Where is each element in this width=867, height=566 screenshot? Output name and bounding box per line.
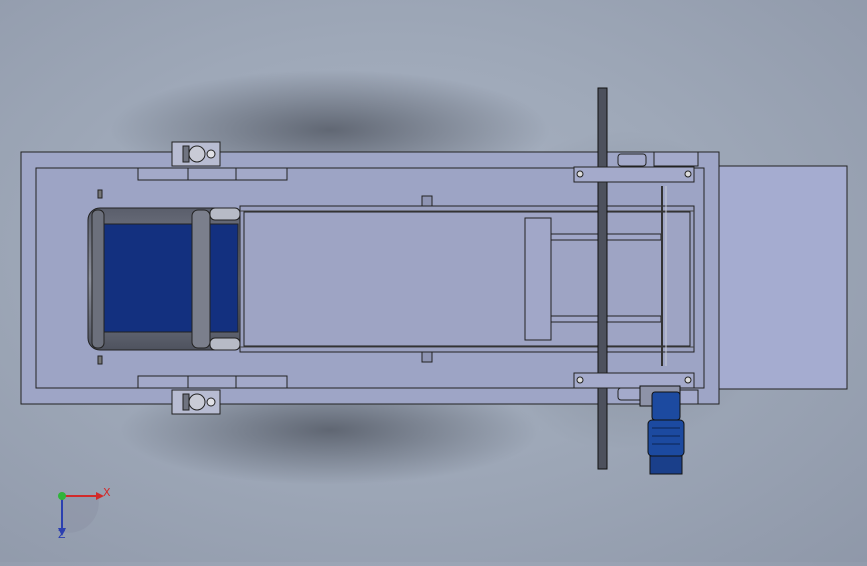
bearing-top[interactable] — [171, 141, 221, 167]
bearing-bottom[interactable] — [171, 389, 221, 415]
cross-rail[interactable] — [597, 87, 608, 470]
conveyor-bed[interactable] — [239, 205, 695, 353]
y-axis-dot — [58, 492, 66, 500]
x-axis-label: X — [103, 486, 111, 499]
loading-box[interactable] — [87, 207, 241, 351]
z-axis-label: Z — [58, 528, 66, 541]
cad-model-view[interactable] — [0, 0, 867, 562]
feed-plate[interactable] — [718, 165, 848, 390]
graphics-viewport[interactable]: X Z — [0, 0, 867, 562]
triad-shadow — [62, 496, 99, 533]
